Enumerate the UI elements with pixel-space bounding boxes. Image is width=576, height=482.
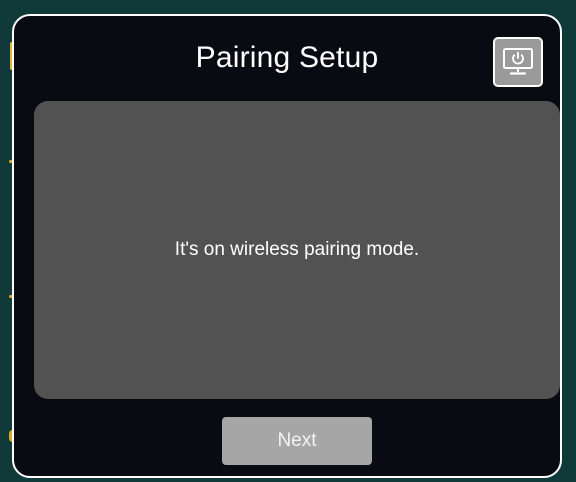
power-display-button[interactable]: [493, 37, 543, 87]
dialog-title: Pairing Setup: [195, 41, 379, 74]
message-panel: It's on wireless pairing mode.: [34, 101, 560, 399]
pairing-setup-dialog: Pairing Setup It's on wireless pairing m…: [12, 14, 562, 478]
next-button[interactable]: Next: [222, 417, 372, 465]
pairing-status-message: It's on wireless pairing mode.: [174, 239, 420, 260]
power-display-icon: [503, 48, 533, 75]
